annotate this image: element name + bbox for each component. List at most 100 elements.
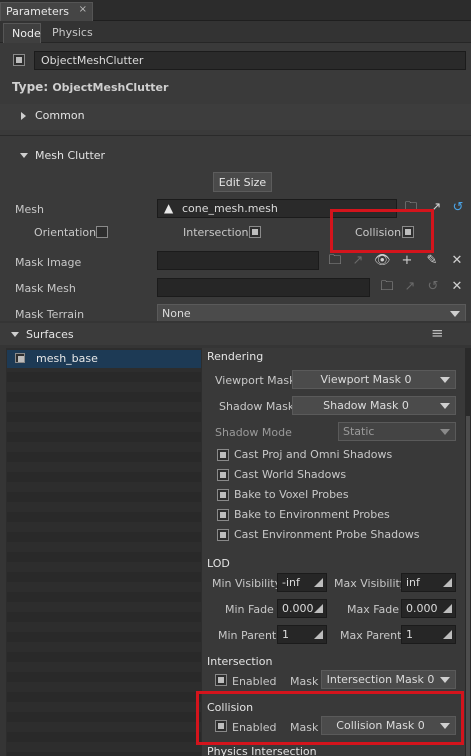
- mesh-label: Mesh: [15, 203, 44, 216]
- viewport-mask-dropdown[interactable]: Viewport Mask 0: [292, 370, 456, 389]
- mask-image-field[interactable]: [157, 251, 319, 270]
- list-row-empty: [7, 412, 201, 422]
- intersection-label: Intersection: [183, 226, 249, 239]
- drag-handle-icon[interactable]: [314, 604, 323, 613]
- common-section-header[interactable]: Common: [0, 104, 471, 130]
- physics-intersection-title: Physics Intersection: [207, 745, 317, 756]
- bake-voxel-probes-checkbox[interactable]: [217, 489, 229, 501]
- surfaces-list: mesh_base: [6, 348, 202, 756]
- cast-proj-omni-shadows-checkbox[interactable]: [217, 449, 229, 461]
- open-external-icon: ↗: [352, 253, 364, 268]
- list-row-empty: [7, 532, 201, 542]
- eye-icon[interactable]: 👁: [374, 253, 391, 269]
- list-row-empty: [7, 452, 201, 462]
- shadow-mask-value: Shadow Mask 0: [323, 399, 409, 412]
- viewport-mask-label: Viewport Mask: [215, 374, 296, 387]
- close-icon[interactable]: ✕: [449, 279, 465, 295]
- close-icon[interactable]: ✕: [449, 253, 465, 269]
- max-visibility-field[interactable]: inf: [401, 573, 456, 592]
- intersection-enabled-label: Enabled: [232, 675, 277, 688]
- max-visibility-label: Max Visibility: [334, 577, 407, 590]
- collision-section-highlight-box: [196, 691, 464, 745]
- viewport-mask-value: Viewport Mask 0: [320, 373, 412, 386]
- min-visibility-field[interactable]: -inf: [277, 573, 327, 592]
- intersection-enabled-checkbox[interactable]: [215, 674, 227, 686]
- bake-environment-probes-checkbox[interactable]: [217, 509, 229, 521]
- window-tab-bar: Parameters ×: [0, 0, 471, 21]
- orientation-checkbox[interactable]: [96, 226, 108, 238]
- surfaces-section-header[interactable]: Surfaces ≡: [0, 323, 471, 345]
- folder-icon[interactable]: 🗀: [327, 253, 343, 269]
- drag-handle-icon[interactable]: [314, 630, 323, 639]
- reload-icon[interactable]: ↺: [450, 200, 466, 216]
- menu-icon[interactable]: ≡: [431, 324, 444, 342]
- chevron-right-icon: [21, 112, 26, 120]
- cast-world-shadows-label: Cast World Shadows: [234, 468, 347, 481]
- surface-enabled-checkbox[interactable]: [15, 353, 25, 363]
- intersection-checkbox[interactable]: [249, 226, 261, 238]
- folder-icon[interactable]: 🗀: [379, 279, 395, 295]
- max-parent-field[interactable]: 1: [401, 625, 456, 644]
- max-fade-field[interactable]: 0.000: [401, 599, 456, 618]
- shadow-mask-label: Shadow Mask: [219, 400, 295, 413]
- mask-terrain-label: Mask Terrain: [15, 308, 85, 321]
- min-visibility-value: -inf: [282, 576, 300, 589]
- reload-icon: ↺: [427, 279, 439, 294]
- min-parent-field[interactable]: 1: [277, 625, 327, 644]
- rendering-title: Rendering: [207, 350, 264, 363]
- max-parent-value: 1: [406, 628, 413, 641]
- min-fade-value: 0.000: [282, 602, 314, 615]
- mesh-clutter-section-header[interactable]: Mesh Clutter: [0, 145, 471, 167]
- drag-handle-icon[interactable]: [314, 578, 323, 587]
- min-fade-field[interactable]: 0.000: [277, 599, 327, 618]
- shadow-mask-dropdown[interactable]: Shadow Mask 0: [292, 396, 456, 415]
- min-parent-value: 1: [282, 628, 289, 641]
- drag-handle-icon[interactable]: [443, 578, 452, 587]
- list-row-empty: [7, 512, 201, 522]
- drag-handle-icon[interactable]: [443, 630, 452, 639]
- bake-environment-probes-label: Bake to Environment Probes: [234, 508, 390, 521]
- mesh-clutter-section-label: Mesh Clutter: [35, 149, 106, 162]
- close-icon[interactable]: ×: [79, 4, 87, 15]
- common-section-label: Common: [35, 109, 85, 122]
- chevron-down-icon: [11, 332, 19, 337]
- chevron-down-icon: [20, 153, 28, 158]
- list-row-empty: [7, 712, 201, 722]
- node-name-field[interactable]: ObjectMeshClutter: [34, 51, 466, 70]
- tab-node[interactable]: Node: [3, 23, 41, 43]
- surfaces-section-label: Surfaces: [26, 328, 74, 341]
- list-row-empty: [7, 472, 201, 482]
- intersection-mask-dropdown[interactable]: Intersection Mask 0: [321, 670, 456, 689]
- mask-mesh-field[interactable]: [157, 278, 370, 297]
- window-tab-title: Parameters: [6, 5, 69, 18]
- open-external-icon: ↗: [404, 279, 416, 294]
- list-row-empty: [7, 392, 201, 402]
- lod-title: LOD: [207, 557, 230, 570]
- list-row-empty: [7, 492, 201, 502]
- node-enabled-checkbox[interactable]: [13, 54, 25, 66]
- scrollbar-thumb[interactable]: [466, 416, 470, 756]
- parameters-window-tab[interactable]: Parameters ×: [0, 2, 93, 21]
- type-value: ObjectMeshClutter: [52, 81, 169, 94]
- chevron-down-icon: [440, 429, 450, 435]
- cast-env-probe-shadows-label: Cast Environment Probe Shadows: [234, 528, 420, 541]
- list-row-empty: [7, 732, 201, 742]
- plus-icon[interactable]: +: [399, 253, 415, 269]
- parameters-window: Parameters × Node Physics ObjectMeshClut…: [0, 0, 471, 756]
- drag-handle-icon[interactable]: [443, 604, 452, 613]
- cast-env-probe-shadows-checkbox[interactable]: [217, 529, 229, 541]
- scrollbar[interactable]: [465, 348, 471, 756]
- surface-name: mesh_base: [36, 352, 98, 365]
- list-row-empty: [7, 612, 201, 622]
- list-row-empty: [7, 752, 201, 756]
- cast-world-shadows-checkbox[interactable]: [217, 469, 229, 481]
- list-item[interactable]: mesh_base: [7, 350, 201, 368]
- shadow-mode-label: Shadow Mode: [215, 426, 292, 439]
- max-parent-label: Max Parent: [340, 629, 402, 642]
- min-visibility-label: Min Visibility: [212, 577, 282, 590]
- tab-physics[interactable]: Physics: [44, 23, 98, 43]
- chevron-down-icon: [450, 311, 460, 317]
- edit-size-button[interactable]: Edit Size: [213, 172, 272, 192]
- list-row-empty: [7, 372, 201, 382]
- pencil-icon[interactable]: ✎: [424, 253, 440, 269]
